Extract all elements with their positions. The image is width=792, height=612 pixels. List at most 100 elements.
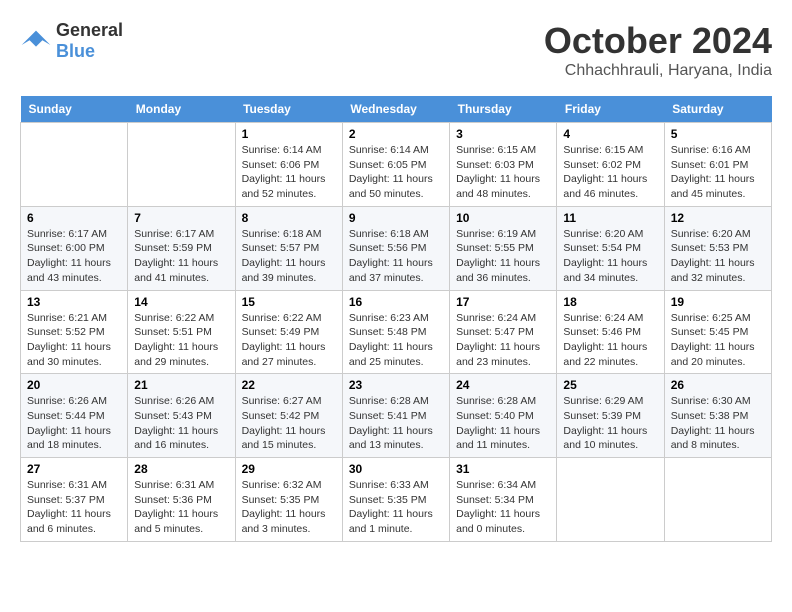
day-number: 6	[27, 211, 121, 225]
header-friday: Friday	[557, 96, 664, 123]
calendar-cell: 3 Sunrise: 6:15 AMSunset: 6:03 PMDaylight…	[450, 123, 557, 207]
day-info: Sunrise: 6:27 AMSunset: 5:42 PMDaylight:…	[242, 394, 336, 453]
calendar-cell: 29 Sunrise: 6:32 AMSunset: 5:35 PMDayligh…	[235, 458, 342, 542]
logo-blue: Blue	[56, 41, 95, 61]
day-number: 29	[242, 462, 336, 476]
day-info: Sunrise: 6:23 AMSunset: 5:48 PMDaylight:…	[349, 311, 443, 370]
day-number: 15	[242, 295, 336, 309]
calendar-cell: 27 Sunrise: 6:31 AMSunset: 5:37 PMDayligh…	[21, 458, 128, 542]
calendar-cell: 9Sunrise: 6:18 AMSunset: 5:56 PMDaylight…	[342, 206, 449, 290]
day-info: Sunrise: 6:28 AMSunset: 5:41 PMDaylight:…	[349, 394, 443, 453]
calendar-cell: 19 Sunrise: 6:25 AMSunset: 5:45 PMDayligh…	[664, 290, 771, 374]
day-number: 31	[456, 462, 550, 476]
day-number: 10	[456, 211, 550, 225]
day-info: Sunrise: 6:21 AMSunset: 5:52 PMDaylight:…	[27, 311, 121, 370]
day-info: Sunrise: 6:29 AMSunset: 5:39 PMDaylight:…	[563, 394, 657, 453]
header-thursday: Thursday	[450, 96, 557, 123]
day-number: 23	[349, 378, 443, 392]
calendar-cell: 31 Sunrise: 6:34 AMSunset: 5:34 PMDayligh…	[450, 458, 557, 542]
day-info: Sunrise: 6:25 AMSunset: 5:45 PMDaylight:…	[671, 311, 765, 370]
calendar-cell: 18 Sunrise: 6:24 AMSunset: 5:46 PMDayligh…	[557, 290, 664, 374]
calendar-header-row: SundayMondayTuesdayWednesdayThursdayFrid…	[21, 96, 772, 123]
calendar-cell: 26 Sunrise: 6:30 AMSunset: 5:38 PMDayligh…	[664, 374, 771, 458]
day-number: 7	[134, 211, 228, 225]
calendar: SundayMondayTuesdayWednesdayThursdayFrid…	[20, 96, 772, 542]
logo-icon	[20, 29, 52, 53]
day-number: 27	[27, 462, 121, 476]
calendar-cell: 24 Sunrise: 6:28 AMSunset: 5:40 PMDayligh…	[450, 374, 557, 458]
day-info: Sunrise: 6:20 AMSunset: 5:54 PMDaylight:…	[563, 227, 657, 286]
day-info: Sunrise: 6:24 AMSunset: 5:46 PMDaylight:…	[563, 311, 657, 370]
calendar-cell: 8Sunrise: 6:18 AMSunset: 5:57 PMDaylight…	[235, 206, 342, 290]
day-number: 26	[671, 378, 765, 392]
calendar-cell: 17 Sunrise: 6:24 AMSunset: 5:47 PMDayligh…	[450, 290, 557, 374]
logo-text: General Blue	[56, 20, 123, 62]
calendar-cell: 23 Sunrise: 6:28 AMSunset: 5:41 PMDayligh…	[342, 374, 449, 458]
day-info: Sunrise: 6:14 AMSunset: 6:05 PMDaylight:…	[349, 143, 443, 202]
calendar-cell: 20Sunrise: 6:26 AMSunset: 5:44 PMDayligh…	[21, 374, 128, 458]
day-number: 5	[671, 127, 765, 141]
day-number: 18	[563, 295, 657, 309]
day-info: Sunrise: 6:30 AMSunset: 5:38 PMDaylight:…	[671, 394, 765, 453]
calendar-cell: 13Sunrise: 6:21 AMSunset: 5:52 PMDayligh…	[21, 290, 128, 374]
calendar-cell: 12 Sunrise: 6:20 AMSunset: 5:53 PMDayligh…	[664, 206, 771, 290]
calendar-week-5: 27 Sunrise: 6:31 AMSunset: 5:37 PMDayligh…	[21, 458, 772, 542]
day-number: 16	[349, 295, 443, 309]
title-block: October 2024 Chhachhrauli, Haryana, Indi…	[544, 20, 772, 80]
header-tuesday: Tuesday	[235, 96, 342, 123]
day-number: 11	[563, 211, 657, 225]
day-info: Sunrise: 6:34 AMSunset: 5:34 PMDaylight:…	[456, 478, 550, 537]
day-number: 12	[671, 211, 765, 225]
calendar-cell	[128, 123, 235, 207]
calendar-cell	[557, 458, 664, 542]
day-number: 17	[456, 295, 550, 309]
header-sunday: Sunday	[21, 96, 128, 123]
calendar-week-1: 1 Sunrise: 6:14 AMSunset: 6:06 PMDaylight…	[21, 123, 772, 207]
calendar-cell: 11 Sunrise: 6:20 AMSunset: 5:54 PMDayligh…	[557, 206, 664, 290]
day-info: Sunrise: 6:15 AMSunset: 6:02 PMDaylight:…	[563, 143, 657, 202]
day-info: Sunrise: 6:22 AMSunset: 5:51 PMDaylight:…	[134, 311, 228, 370]
calendar-cell: 2 Sunrise: 6:14 AMSunset: 6:05 PMDaylight…	[342, 123, 449, 207]
day-info: Sunrise: 6:31 AMSunset: 5:37 PMDaylight:…	[27, 478, 121, 537]
calendar-cell: 30Sunrise: 6:33 AMSunset: 5:35 PMDayligh…	[342, 458, 449, 542]
day-info: Sunrise: 6:14 AMSunset: 6:06 PMDaylight:…	[242, 143, 336, 202]
calendar-week-2: 6 Sunrise: 6:17 AMSunset: 6:00 PMDaylight…	[21, 206, 772, 290]
day-number: 4	[563, 127, 657, 141]
day-number: 8	[242, 211, 336, 225]
calendar-cell: 7Sunrise: 6:17 AMSunset: 5:59 PMDaylight…	[128, 206, 235, 290]
day-info: Sunrise: 6:24 AMSunset: 5:47 PMDaylight:…	[456, 311, 550, 370]
calendar-cell	[664, 458, 771, 542]
day-number: 25	[563, 378, 657, 392]
day-info: Sunrise: 6:18 AMSunset: 5:56 PMDaylight:…	[349, 227, 443, 286]
day-info: Sunrise: 6:15 AMSunset: 6:03 PMDaylight:…	[456, 143, 550, 202]
day-info: Sunrise: 6:22 AMSunset: 5:49 PMDaylight:…	[242, 311, 336, 370]
day-number: 19	[671, 295, 765, 309]
day-number: 3	[456, 127, 550, 141]
day-number: 1	[242, 127, 336, 141]
day-info: Sunrise: 6:19 AMSunset: 5:55 PMDaylight:…	[456, 227, 550, 286]
day-number: 24	[456, 378, 550, 392]
day-info: Sunrise: 6:32 AMSunset: 5:35 PMDaylight:…	[242, 478, 336, 537]
day-number: 14	[134, 295, 228, 309]
header-wednesday: Wednesday	[342, 96, 449, 123]
calendar-cell: 15 Sunrise: 6:22 AMSunset: 5:49 PMDayligh…	[235, 290, 342, 374]
header-saturday: Saturday	[664, 96, 771, 123]
day-number: 21	[134, 378, 228, 392]
calendar-week-4: 20Sunrise: 6:26 AMSunset: 5:44 PMDayligh…	[21, 374, 772, 458]
calendar-cell: 10 Sunrise: 6:19 AMSunset: 5:55 PMDayligh…	[450, 206, 557, 290]
day-number: 20	[27, 378, 121, 392]
calendar-cell: 4 Sunrise: 6:15 AMSunset: 6:02 PMDaylight…	[557, 123, 664, 207]
day-number: 2	[349, 127, 443, 141]
day-info: Sunrise: 6:28 AMSunset: 5:40 PMDaylight:…	[456, 394, 550, 453]
day-info: Sunrise: 6:16 AMSunset: 6:01 PMDaylight:…	[671, 143, 765, 202]
day-info: Sunrise: 6:26 AMSunset: 5:43 PMDaylight:…	[134, 394, 228, 453]
month-title: October 2024	[544, 20, 772, 62]
day-info: Sunrise: 6:17 AMSunset: 6:00 PMDaylight:…	[27, 227, 121, 286]
day-info: Sunrise: 6:31 AMSunset: 5:36 PMDaylight:…	[134, 478, 228, 537]
day-info: Sunrise: 6:20 AMSunset: 5:53 PMDaylight:…	[671, 227, 765, 286]
calendar-cell: 14 Sunrise: 6:22 AMSunset: 5:51 PMDayligh…	[128, 290, 235, 374]
calendar-cell: 28Sunrise: 6:31 AMSunset: 5:36 PMDayligh…	[128, 458, 235, 542]
calendar-week-3: 13Sunrise: 6:21 AMSunset: 5:52 PMDayligh…	[21, 290, 772, 374]
calendar-cell: 5 Sunrise: 6:16 AMSunset: 6:01 PMDaylight…	[664, 123, 771, 207]
calendar-cell: 6 Sunrise: 6:17 AMSunset: 6:00 PMDaylight…	[21, 206, 128, 290]
